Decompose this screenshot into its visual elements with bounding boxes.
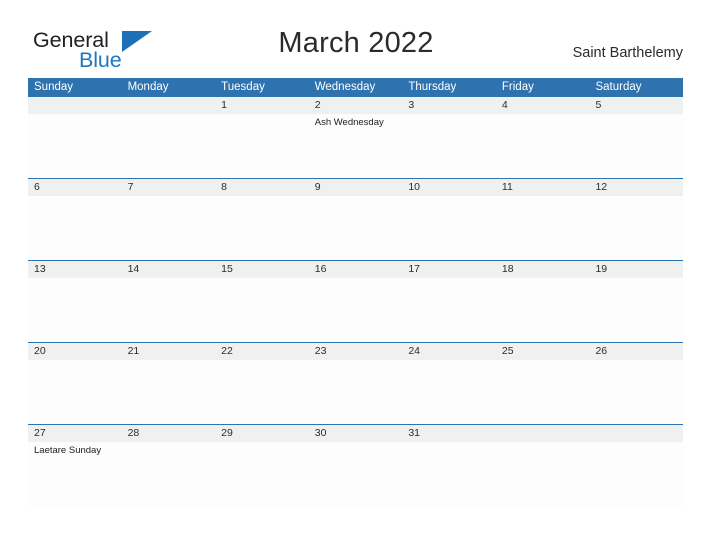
day-event [28, 278, 122, 342]
week-date-strip: 13 14 15 16 17 18 19 [28, 261, 683, 278]
date-number[interactable] [28, 97, 122, 114]
calendar-header-row: Sunday Monday Tuesday Wednesday Thursday… [28, 78, 683, 97]
day-header-monday: Monday [127, 81, 169, 93]
date-number[interactable]: 21 [122, 343, 216, 360]
day-event [28, 360, 122, 424]
date-number[interactable]: 5 [589, 97, 683, 114]
date-number[interactable] [589, 425, 683, 442]
date-number[interactable]: 7 [122, 179, 216, 196]
date-number[interactable]: 28 [122, 425, 216, 442]
day-event [215, 442, 309, 506]
day-event [215, 114, 309, 178]
day-header-saturday: Saturday [595, 81, 642, 93]
calendar-week-row: 6 7 8 9 10 11 12 [28, 178, 683, 260]
week-event-strip [28, 278, 683, 342]
day-event [589, 278, 683, 342]
date-number[interactable]: 2 [309, 97, 403, 114]
week-date-strip: 6 7 8 9 10 11 12 [28, 179, 683, 196]
day-event [122, 114, 216, 178]
day-event [402, 114, 496, 178]
date-number[interactable]: 10 [402, 179, 496, 196]
date-number[interactable]: 14 [122, 261, 216, 278]
day-event [122, 442, 216, 506]
day-event [28, 196, 122, 260]
day-event [309, 278, 403, 342]
day-event [309, 442, 403, 506]
page-header: General Blue March 2022 Saint Barthelemy [0, 0, 712, 72]
date-number[interactable]: 15 [215, 261, 309, 278]
calendar-table: Sunday Monday Tuesday Wednesday Thursday… [28, 78, 683, 506]
date-number[interactable]: 30 [309, 425, 403, 442]
day-event [496, 442, 590, 506]
calendar-week-row: 1 2 3 4 5 Ash Wednesday [28, 97, 683, 178]
day-event [589, 442, 683, 506]
day-event [496, 196, 590, 260]
calendar-week-row: 20 21 22 23 24 25 26 [28, 342, 683, 424]
date-number[interactable]: 19 [589, 261, 683, 278]
date-number[interactable]: 17 [402, 261, 496, 278]
day-event [122, 278, 216, 342]
day-event [215, 360, 309, 424]
day-event [589, 114, 683, 178]
week-date-strip: 1 2 3 4 5 [28, 97, 683, 114]
date-number[interactable]: 11 [496, 179, 590, 196]
day-event [122, 196, 216, 260]
date-number[interactable] [122, 97, 216, 114]
calendar-page: General Blue March 2022 Saint Barthelemy… [0, 0, 712, 550]
day-event [496, 360, 590, 424]
date-number[interactable] [496, 425, 590, 442]
day-header-friday: Friday [501, 81, 534, 93]
day-header-wednesday: Wednesday [314, 81, 376, 93]
day-header-thursday: Thursday [408, 81, 457, 93]
day-event [496, 114, 590, 178]
date-number[interactable]: 6 [28, 179, 122, 196]
date-number[interactable]: 20 [28, 343, 122, 360]
week-event-strip [28, 360, 683, 424]
day-event [28, 114, 122, 178]
day-event: Ash Wednesday [314, 117, 384, 128]
date-number[interactable]: 13 [28, 261, 122, 278]
date-number[interactable]: 12 [589, 179, 683, 196]
day-event [402, 278, 496, 342]
date-number[interactable]: 31 [402, 425, 496, 442]
day-header-sunday: Sunday [34, 81, 74, 93]
day-header-tuesday: Tuesday [221, 81, 265, 93]
date-number[interactable]: 9 [309, 179, 403, 196]
week-event-strip: Ash Wednesday [28, 114, 683, 178]
week-event-strip [28, 196, 683, 260]
date-number[interactable]: 8 [215, 179, 309, 196]
date-number[interactable]: 22 [215, 343, 309, 360]
day-event [215, 278, 309, 342]
day-event [402, 360, 496, 424]
week-date-strip: 20 21 22 23 24 25 26 [28, 343, 683, 360]
location-label: Saint Barthelemy [572, 45, 683, 61]
day-event [402, 196, 496, 260]
day-event [215, 196, 309, 260]
date-number[interactable]: 16 [309, 261, 403, 278]
date-number[interactable]: 27 [28, 425, 122, 442]
date-number[interactable]: 23 [309, 343, 403, 360]
calendar-week-row: 13 14 15 16 17 18 19 [28, 260, 683, 342]
day-event [309, 360, 403, 424]
date-number[interactable]: 24 [402, 343, 496, 360]
date-number[interactable]: 3 [402, 97, 496, 114]
calendar-week-row: 27 28 29 30 31 Laetare Sunday [28, 424, 683, 506]
day-event [589, 360, 683, 424]
day-event [402, 442, 496, 506]
day-event [589, 196, 683, 260]
date-number[interactable]: 29 [215, 425, 309, 442]
date-number[interactable]: 18 [496, 261, 590, 278]
date-number[interactable]: 26 [589, 343, 683, 360]
week-date-strip: 27 28 29 30 31 [28, 425, 683, 442]
date-number[interactable]: 4 [496, 97, 590, 114]
date-number[interactable]: 1 [215, 97, 309, 114]
week-event-strip: Laetare Sunday [28, 442, 683, 506]
day-event [309, 196, 403, 260]
day-event [122, 360, 216, 424]
date-number[interactable]: 25 [496, 343, 590, 360]
day-event [496, 278, 590, 342]
day-event: Laetare Sunday [34, 445, 102, 456]
